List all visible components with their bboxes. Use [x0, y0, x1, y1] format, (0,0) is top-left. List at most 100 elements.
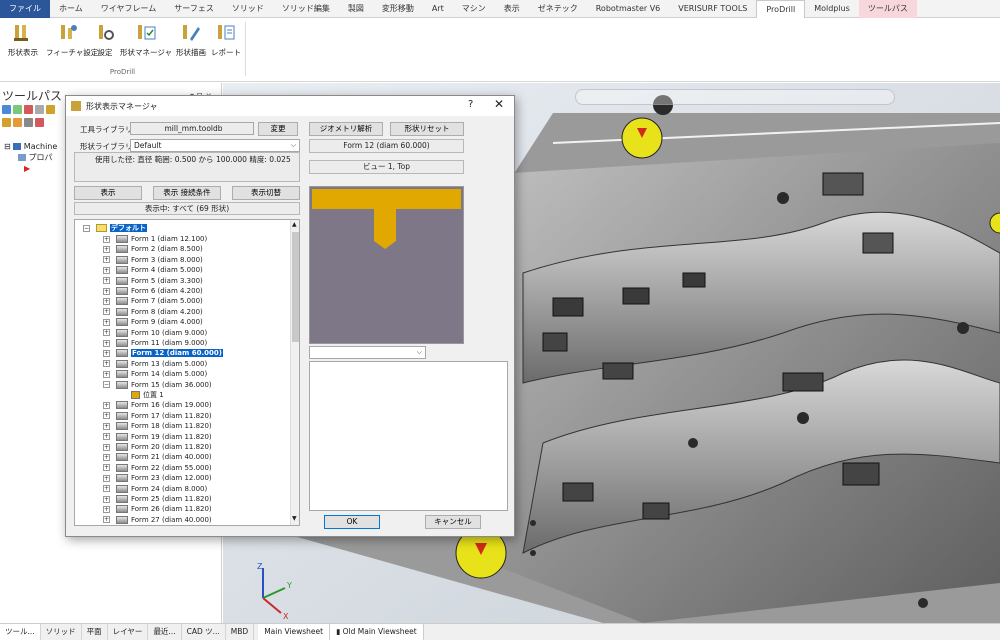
tab-art[interactable]: Art [423, 0, 453, 18]
tree-item-form[interactable]: + Form 21 (diam 40.000) [103, 452, 212, 462]
tab-solids[interactable]: ソリッド [41, 624, 82, 640]
tab-robotmaster[interactable]: Robotmaster V6 [587, 0, 670, 18]
expand-icon[interactable]: + [103, 443, 110, 451]
tree-item-form[interactable]: + Form 12 (diam 60.000) [103, 348, 223, 358]
collapse-icon[interactable]: − [103, 381, 110, 389]
arrow-down-icon[interactable] [35, 118, 44, 127]
tab-mbd[interactable]: MBD [226, 624, 255, 640]
expand-icon[interactable]: + [103, 318, 110, 326]
change-button[interactable]: 変更 [258, 122, 298, 136]
tree-item-form[interactable]: + Form 19 (diam 11.820) [103, 432, 212, 442]
tree-item-form[interactable]: + Form 23 (diam 12.000) [103, 473, 212, 483]
expand-icon[interactable]: + [103, 453, 110, 461]
settings-button[interactable]: 設定 [92, 22, 118, 64]
close-icon[interactable]: ✕ [494, 97, 504, 111]
tree-item-form[interactable]: + Form 7 (diam 5.000) [103, 296, 203, 306]
tree-item-form[interactable]: + Form 2 (diam 8.500) [103, 244, 203, 254]
tree-item-form[interactable]: + Form 17 (diam 11.820) [103, 411, 212, 421]
expand-icon[interactable]: + [103, 516, 110, 524]
tab-drafting[interactable]: 製図 [339, 0, 373, 18]
tree-item-form[interactable]: + Form 11 (diam 9.000) [103, 338, 207, 348]
feature-settings-button[interactable]: フィーチャ設定 [46, 22, 98, 64]
expand-icon[interactable]: + [103, 401, 110, 409]
scroll-down-icon[interactable]: ▼ [292, 515, 297, 522]
shape-library-select[interactable]: Default ⌵ [130, 139, 300, 152]
lock-icon[interactable] [46, 105, 55, 114]
tab-home[interactable]: ホーム [50, 0, 92, 18]
tab-wireframe[interactable]: ワイヤフレーム [92, 0, 166, 18]
tab-view[interactable]: 表示 [495, 0, 529, 18]
shape-reset-button[interactable]: 形状リセット [390, 122, 464, 136]
tab-moldplus[interactable]: Moldplus [805, 0, 859, 18]
tree-item-form[interactable]: + Form 3 (diam 8.000) [103, 255, 203, 265]
filter-icon[interactable] [35, 105, 44, 114]
tree-item-form[interactable]: + Form 10 (diam 9.000) [103, 328, 207, 338]
tab-solid-edit[interactable]: ソリッド編集 [273, 0, 339, 18]
expand-icon[interactable]: + [103, 412, 110, 420]
ok-button[interactable]: OK [324, 515, 380, 529]
tree-item-form[interactable]: + Form 8 (diam 4.200) [103, 307, 203, 317]
scrollbar-thumb[interactable] [292, 232, 299, 342]
tree-item-form[interactable]: + Form 1 (diam 12.100) [103, 234, 207, 244]
view-select[interactable]: ⌵ [309, 346, 426, 359]
delete-icon[interactable] [24, 105, 33, 114]
tree-item-form[interactable]: + Form 14 (diam 5.000) [103, 369, 207, 379]
expand-icon[interactable]: + [103, 505, 110, 513]
shape-manager-button[interactable]: 形状マネージャ [120, 22, 172, 64]
tab-surface[interactable]: サーフェス [165, 0, 223, 18]
quick-view-toolbar[interactable] [575, 89, 895, 105]
expand-icon[interactable]: + [103, 360, 110, 368]
expand-icon[interactable]: + [103, 277, 110, 285]
tree-item-properties[interactable]: プロパ [4, 152, 57, 163]
show-toggle-button[interactable]: 表示切替 [232, 186, 300, 200]
expand-icon[interactable]: + [103, 370, 110, 378]
report-button[interactable]: レポート [210, 22, 242, 64]
help-icon[interactable]: ? [468, 99, 473, 110]
tree-item-form[interactable]: + Form 5 (diam 3.300) [103, 276, 203, 286]
tree-item-form[interactable]: + Form 24 (diam 8.000) [103, 484, 207, 494]
tab-solid[interactable]: ソリッド [223, 0, 273, 18]
shape-draw-button[interactable]: 形状描画 [173, 22, 209, 64]
tab-file[interactable]: ファイル [0, 0, 50, 18]
expand-icon[interactable]: + [103, 235, 110, 243]
expand-icon[interactable]: + [103, 495, 110, 503]
tree-item-form[interactable]: − Form 15 (diam 36.000) [103, 380, 212, 390]
expand-icon[interactable]: + [103, 339, 110, 347]
show-button[interactable]: 表示 [74, 186, 142, 200]
tree-item-form[interactable]: + Form 20 (diam 11.820) [103, 442, 212, 452]
expand-icon[interactable]: + [103, 464, 110, 472]
expand-icon[interactable]: + [103, 474, 110, 482]
tab-machine[interactable]: マシン [453, 0, 495, 18]
tree-item-machine[interactable]: ⊟ Machine [4, 141, 57, 152]
expand-icon[interactable]: + [103, 287, 110, 295]
expand-icon[interactable]: + [103, 308, 110, 316]
tab-verisurf[interactable]: VERISURF TOOLS [669, 0, 756, 18]
form-tree[interactable]: − デフォルト + Form 1 (diam 12.100) + Form 2 (dia… [74, 219, 300, 526]
tab-recent[interactable]: 最近... [148, 624, 182, 640]
tree-item-form[interactable]: +Form 28 (diam 12.000) [103, 525, 212, 526]
tree-item-form[interactable]: + Form 18 (diam 11.820) [103, 421, 212, 431]
sheet-tab-main[interactable]: Main Viewsheet [258, 624, 331, 640]
drill-marker-icon[interactable] [621, 117, 663, 159]
form-tree-scrollbar[interactable]: ▲ ▼ [290, 220, 299, 525]
details-listbox[interactable] [309, 361, 508, 511]
tree-item-form[interactable]: + Form 22 (diam 55.000) [103, 463, 212, 473]
regen-icon[interactable] [13, 118, 22, 127]
expand-icon[interactable]: + [103, 329, 110, 337]
tree-item-position[interactable]: 位置 1 [131, 390, 164, 400]
shape-display-button[interactable]: 形状表示 [4, 22, 42, 64]
tab-cad-tools[interactable]: CAD ツ... [182, 624, 226, 640]
expand-icon[interactable]: + [103, 349, 110, 357]
select-all-icon[interactable] [2, 105, 11, 114]
tab-prodrill[interactable]: ProDrill [756, 0, 806, 19]
tree-item-form[interactable]: + Form 27 (diam 40.000) [103, 515, 212, 525]
cancel-button[interactable]: キャンセル [425, 515, 481, 529]
expand-icon[interactable]: + [103, 245, 110, 253]
expand-icon[interactable]: + [103, 297, 110, 305]
tree-item-form[interactable]: + Form 6 (diam 4.200) [103, 286, 203, 296]
expand-icon[interactable]: + [103, 422, 110, 430]
tab-genetec[interactable]: ゼネテック [529, 0, 587, 18]
tree-item-form[interactable]: + Form 4 (diam 5.000) [103, 265, 203, 275]
tab-layers[interactable]: レイヤー [108, 624, 149, 640]
lock-icon[interactable] [2, 118, 11, 127]
